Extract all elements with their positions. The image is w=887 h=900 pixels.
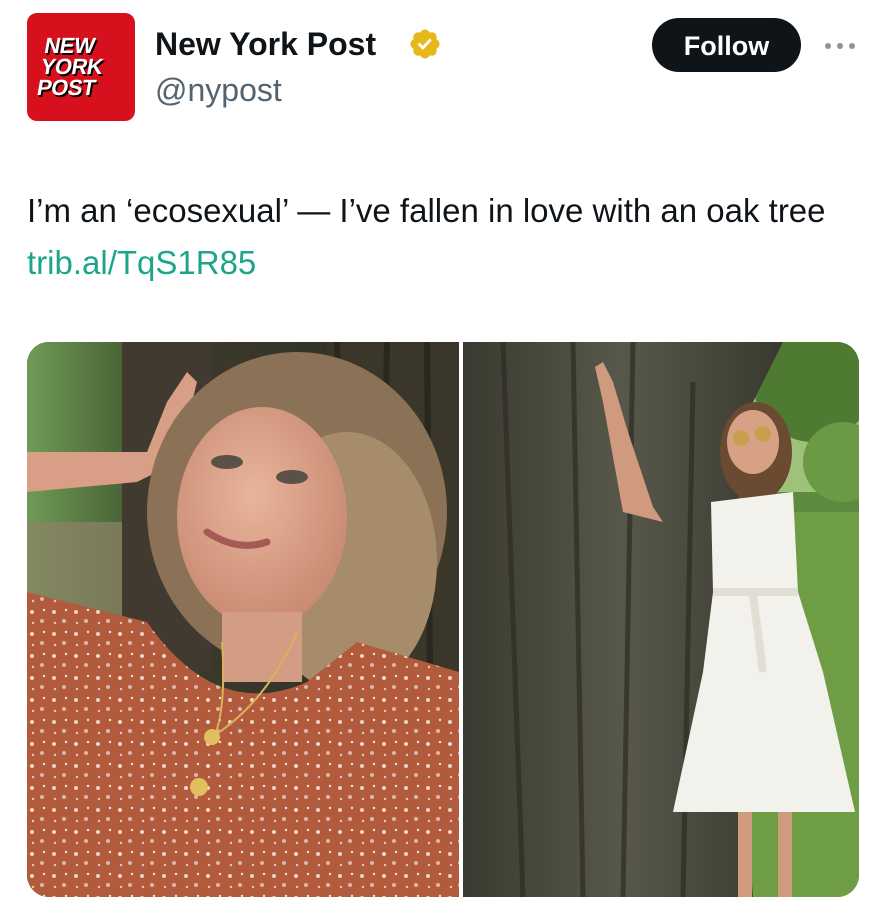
logo-line-2: YORK — [38, 54, 105, 79]
tweet-media — [27, 342, 859, 897]
more-options-icon[interactable] — [820, 36, 860, 56]
verified-badge-icon — [410, 29, 440, 59]
follow-button[interactable]: Follow — [652, 18, 801, 72]
avatar[interactable]: NEW YORK POST — [27, 13, 135, 121]
tweet-link[interactable]: trib.al/TqS1R85 — [27, 244, 256, 281]
logo-line-3: POST — [35, 75, 98, 100]
new-york-post-logo: NEW YORK POST — [35, 33, 126, 100]
tweet-body: I’m an ‘ecosexual’ — I’ve fallen in love… — [27, 192, 826, 229]
photo-woman-oak-tree[interactable] — [463, 342, 859, 897]
display-name[interactable]: New York Post — [155, 24, 376, 64]
logo-line-1: NEW — [42, 33, 97, 58]
photo-woman-closeup[interactable] — [27, 342, 459, 897]
account-handle[interactable]: @nypost — [155, 70, 282, 110]
tweet-text: I’m an ‘ecosexual’ — I’ve fallen in love… — [27, 185, 867, 289]
